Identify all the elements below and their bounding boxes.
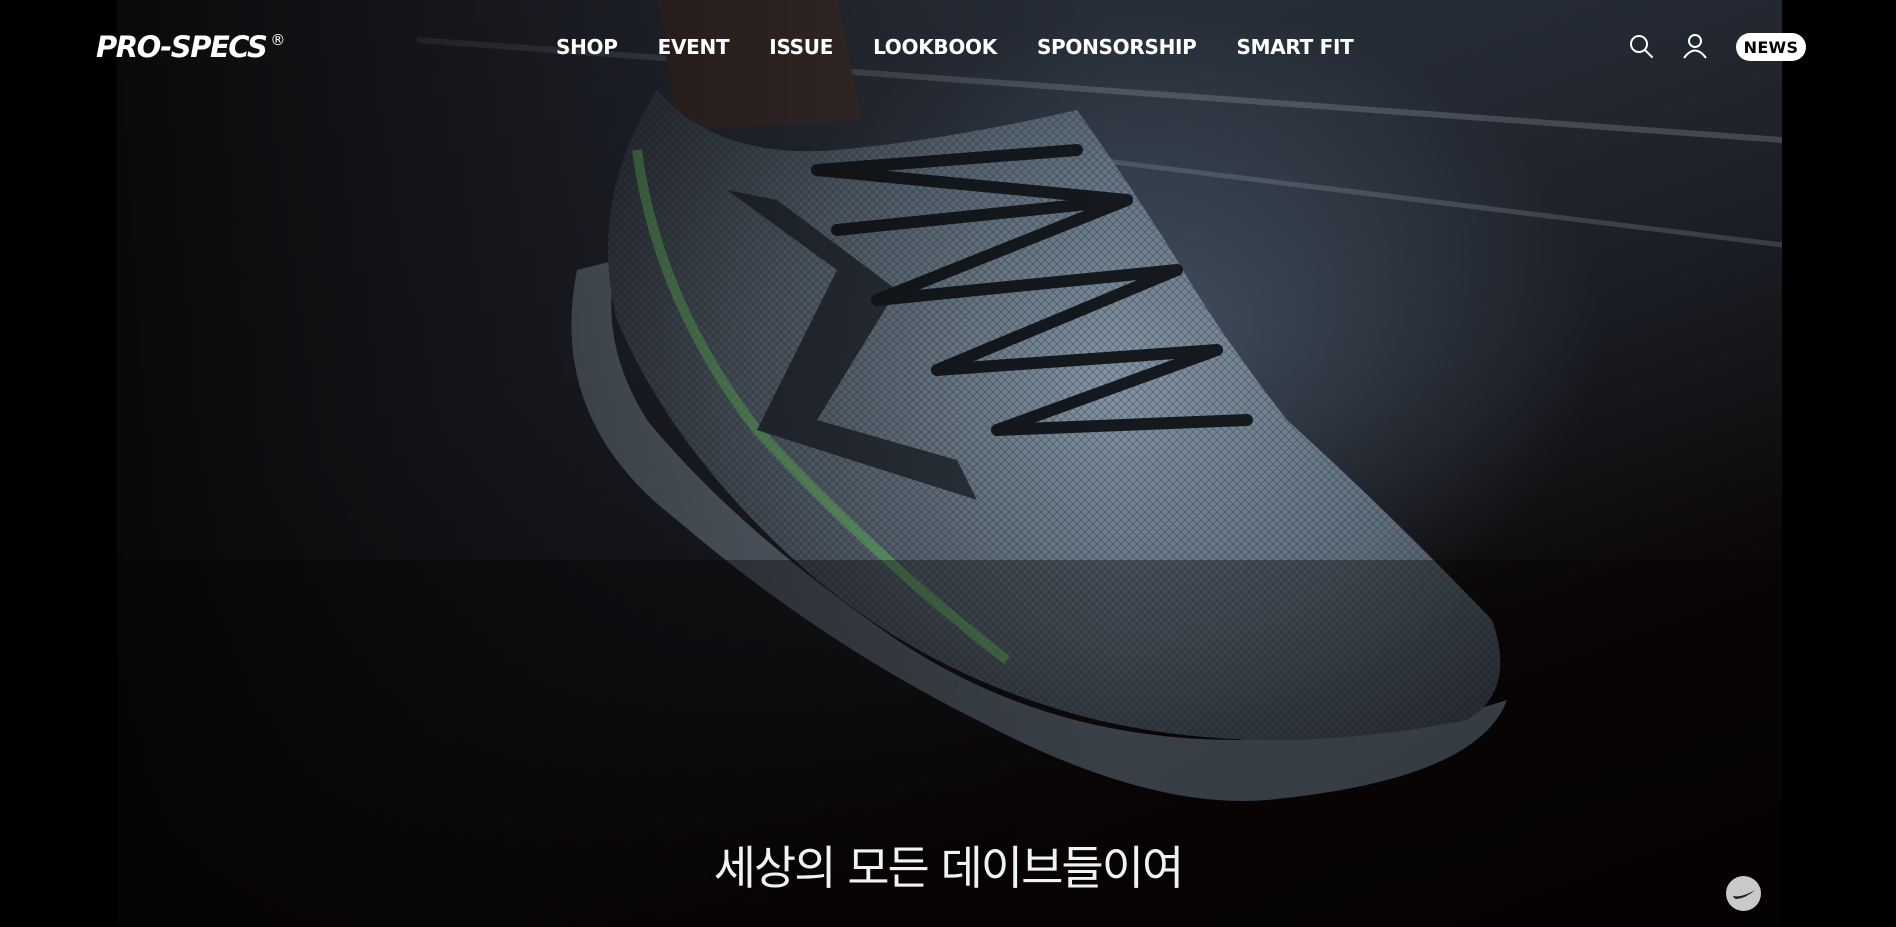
main-nav: SHOP EVENT ISSUE LOOKBOOK SPONSORSHIP SM…: [556, 35, 1393, 59]
nav-item-issue[interactable]: ISSUE: [769, 35, 833, 59]
search-icon: [1630, 35, 1653, 58]
search-button[interactable]: [1628, 33, 1654, 59]
hero-video: [117, 0, 1782, 927]
running-shoe-image: [117, 0, 1782, 927]
nav-item-shop[interactable]: SHOP: [556, 35, 618, 59]
nav-item-smart-fit[interactable]: SMART FIT: [1237, 35, 1354, 59]
prospecs-logo[interactable]: PRO-SPECS ®: [96, 30, 285, 64]
site-header: PRO-SPECS ® SHOP EVENT ISSUE LOOKBOOK SPO…: [0, 0, 1896, 96]
user-icon: [1683, 34, 1707, 59]
floating-action-button[interactable]: [1726, 876, 1761, 911]
logo-text: PRO-SPECS: [96, 30, 268, 64]
hero-subtitle: 세상의 모든 데이브들이여: [713, 841, 1185, 895]
prospecs-swoosh-icon: [1732, 889, 1755, 899]
account-button[interactable]: [1682, 33, 1708, 59]
nav-item-sponsorship[interactable]: SPONSORSHIP: [1037, 35, 1197, 59]
news-button[interactable]: NEWS: [1736, 33, 1806, 61]
nav-item-event[interactable]: EVENT: [658, 35, 730, 59]
registered-mark: ®: [270, 31, 285, 49]
page: PRO-SPECS ® SHOP EVENT ISSUE LOOKBOOK SPO…: [0, 0, 1896, 927]
nav-item-lookbook[interactable]: LOOKBOOK: [873, 35, 997, 59]
